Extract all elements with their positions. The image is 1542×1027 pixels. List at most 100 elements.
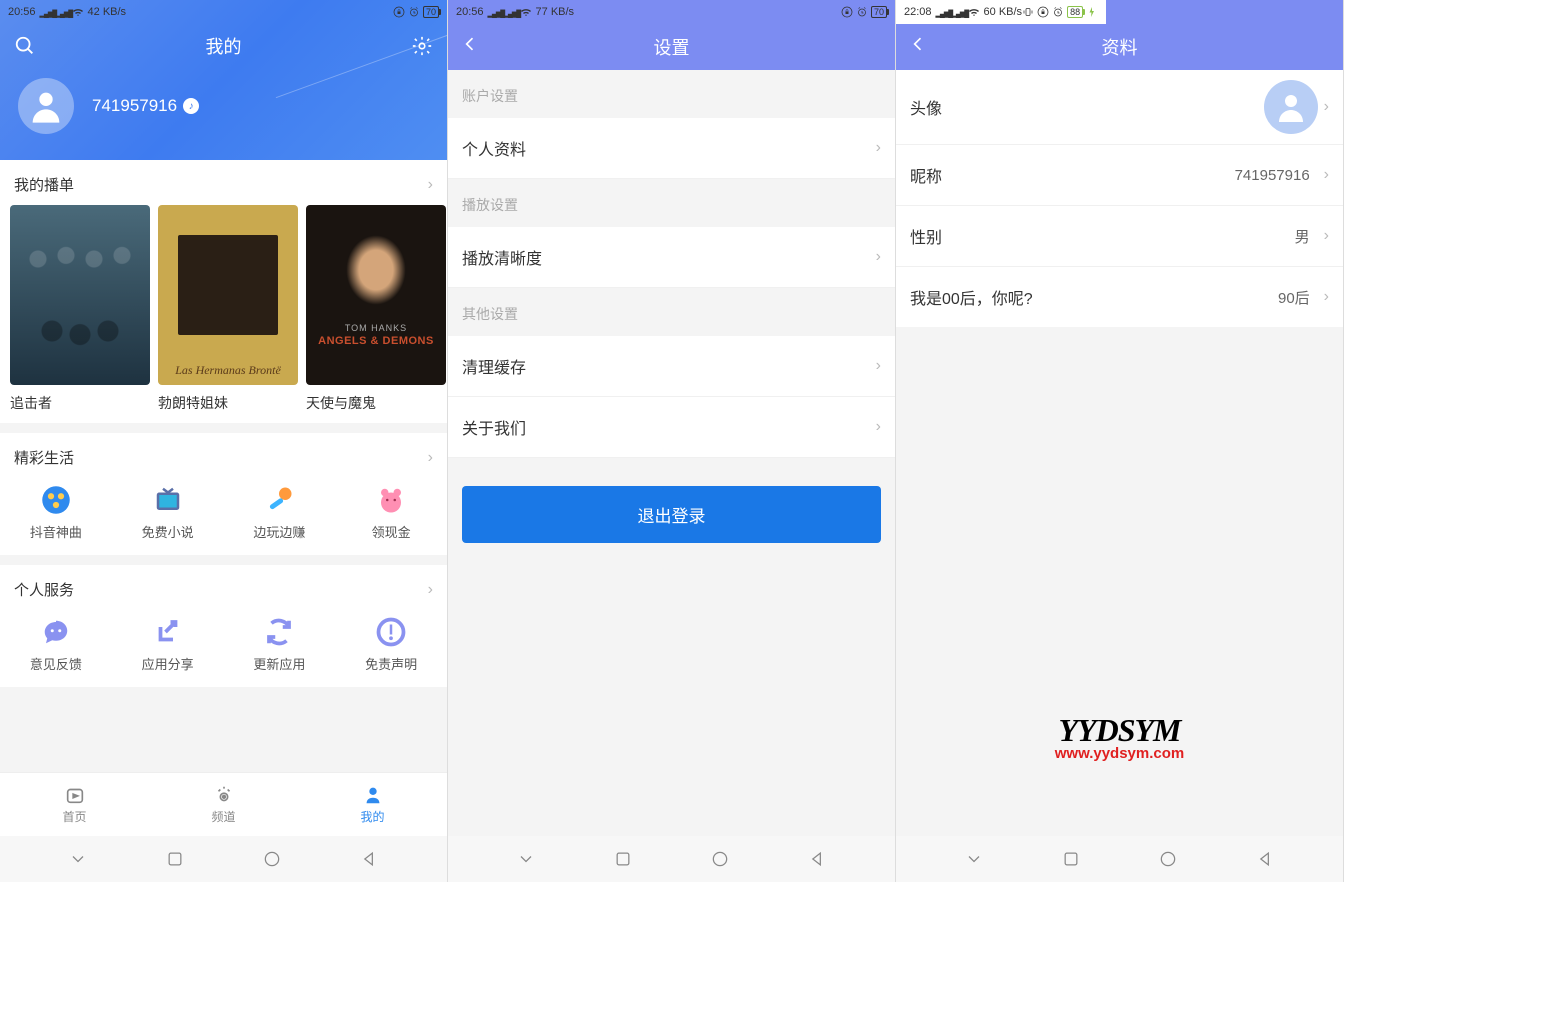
- poster-title: 追击者: [10, 393, 150, 413]
- sysnav-home[interactable]: [261, 848, 283, 870]
- life-item-cash[interactable]: 领现金: [335, 484, 447, 541]
- signal-icon: [56, 7, 68, 17]
- sysnav-menu[interactable]: [963, 848, 985, 870]
- life-item-novel[interactable]: 免费小说: [112, 484, 224, 541]
- item-label: 清理缓存: [462, 354, 526, 378]
- nav-channel[interactable]: 频道: [149, 773, 298, 836]
- row-nickname[interactable]: 昵称 741957916 ›: [896, 145, 1343, 206]
- logout-button[interactable]: 退出登录: [462, 486, 881, 543]
- item-clear-cache[interactable]: 清理缓存 ›: [448, 336, 895, 397]
- watermark-brand: YYDSYM: [1055, 712, 1185, 749]
- row-gender[interactable]: 性别 男 ›: [896, 206, 1343, 267]
- alarm-icon: [408, 6, 420, 18]
- group-account: 账户设置: [448, 70, 895, 118]
- service-item-share[interactable]: 应用分享: [112, 616, 224, 673]
- status-time: 20:56: [456, 6, 484, 18]
- poster-image: [10, 205, 150, 385]
- sysnav-back[interactable]: [358, 848, 380, 870]
- playlist-item[interactable]: Las Hermanas Brontë 勃朗特姐妹: [158, 205, 298, 413]
- nav-label: 频道: [211, 808, 235, 825]
- alert-icon: [375, 616, 407, 648]
- playlist-section: 我的播单 › 追击者 Las Hermanas Brontë 勃朗特姐妹 TOM…: [0, 160, 447, 423]
- signal-icon: [488, 7, 500, 17]
- poster-actor: TOM HANKS: [345, 323, 407, 333]
- service-item-disclaimer[interactable]: 免责声明: [335, 616, 447, 673]
- system-nav: [896, 836, 1343, 882]
- sysnav-menu[interactable]: [67, 848, 89, 870]
- chevron-right-icon: ›: [1324, 227, 1329, 245]
- avatar[interactable]: [18, 78, 74, 134]
- back-button[interactable]: [460, 34, 480, 54]
- service-section: 个人服务 › 意见反馈 应用分享 更新应用 免责声明: [0, 565, 447, 687]
- life-item-earn[interactable]: 边玩边赚: [224, 484, 336, 541]
- nav-home[interactable]: 首页: [0, 773, 149, 836]
- sysnav-back[interactable]: [1254, 848, 1276, 870]
- status-time: 20:56: [8, 6, 36, 18]
- mic-icon: [263, 484, 295, 516]
- sysnav-recent[interactable]: [612, 848, 634, 870]
- cell-label: 更新应用: [253, 654, 305, 673]
- bear-icon: [375, 484, 407, 516]
- chevron-right-icon: ›: [1324, 98, 1329, 116]
- signal-icon: [952, 7, 964, 17]
- life-item-music[interactable]: 抖音神曲: [0, 484, 112, 541]
- gear-icon[interactable]: [411, 35, 433, 57]
- chat-icon: [40, 616, 72, 648]
- row-value: 男: [1295, 226, 1310, 247]
- sysnav-recent[interactable]: [1060, 848, 1082, 870]
- row-generation[interactable]: 我是00后，你呢? 90后 ›: [896, 267, 1343, 327]
- chevron-right-icon: ›: [1324, 166, 1329, 184]
- lock-icon: [841, 6, 853, 18]
- poster-image: Las Hermanas Brontë: [158, 205, 298, 385]
- row-label: 昵称: [910, 163, 942, 187]
- poster-title: 勃朗特姐妹: [158, 393, 298, 413]
- row-label: 性别: [910, 224, 942, 248]
- service-header[interactable]: 个人服务 ›: [0, 565, 447, 610]
- back-button[interactable]: [908, 34, 928, 54]
- poster-title: 天使与魔鬼: [306, 393, 446, 413]
- vibrate-icon: [1022, 6, 1034, 18]
- music-icon: [40, 484, 72, 516]
- sysnav-home[interactable]: [1157, 848, 1179, 870]
- cell-label: 免费小说: [142, 522, 194, 541]
- nav-mine[interactable]: 我的: [298, 773, 447, 836]
- sysnav-recent[interactable]: [164, 848, 186, 870]
- battery-indicator: 70: [423, 6, 439, 18]
- profile-header: 我的 741957916 ♪: [0, 0, 447, 160]
- life-header[interactable]: 精彩生活 ›: [0, 433, 447, 478]
- sysnav-home[interactable]: [709, 848, 731, 870]
- chevron-right-icon: ›: [876, 248, 881, 266]
- item-about[interactable]: 关于我们 ›: [448, 397, 895, 458]
- playlist-header[interactable]: 我的播单 ›: [0, 160, 447, 205]
- playlist-item[interactable]: TOM HANKS ANGELS & DEMONS 天使与魔鬼: [306, 205, 446, 413]
- user-row[interactable]: 741957916 ♪: [0, 68, 447, 144]
- signal-icon: [40, 7, 52, 17]
- service-item-update[interactable]: 更新应用: [224, 616, 336, 673]
- chevron-right-icon: ›: [428, 176, 433, 194]
- chevron-right-icon: ›: [876, 139, 881, 157]
- section-title: 我的播单: [14, 174, 74, 195]
- search-icon[interactable]: [14, 35, 36, 57]
- cell-label: 领现金: [372, 522, 411, 541]
- item-profile[interactable]: 个人资料 ›: [448, 118, 895, 179]
- wifi-icon: [72, 6, 84, 18]
- poster-image: TOM HANKS ANGELS & DEMONS: [306, 205, 446, 385]
- tv-icon: [152, 484, 184, 516]
- item-quality[interactable]: 播放清晰度 ›: [448, 227, 895, 288]
- status-net: 77 KB/s: [536, 6, 575, 18]
- item-label: 个人资料: [462, 136, 526, 160]
- row-label: 我是00后，你呢?: [910, 285, 1033, 309]
- playlist-item[interactable]: 追击者: [10, 205, 150, 413]
- chevron-right-icon: ›: [428, 581, 433, 599]
- row-avatar[interactable]: 头像 ›: [896, 70, 1343, 145]
- item-label: 播放清晰度: [462, 245, 542, 269]
- sysnav-menu[interactable]: [515, 848, 537, 870]
- poster-subtitle: ANGELS & DEMONS: [318, 335, 434, 347]
- signal-icon: [936, 7, 948, 17]
- item-label: 关于我们: [462, 415, 526, 439]
- chevron-right-icon: ›: [876, 418, 881, 436]
- service-item-feedback[interactable]: 意见反馈: [0, 616, 112, 673]
- cell-label: 免责声明: [365, 654, 417, 673]
- alarm-icon: [1052, 6, 1064, 18]
- sysnav-back[interactable]: [806, 848, 828, 870]
